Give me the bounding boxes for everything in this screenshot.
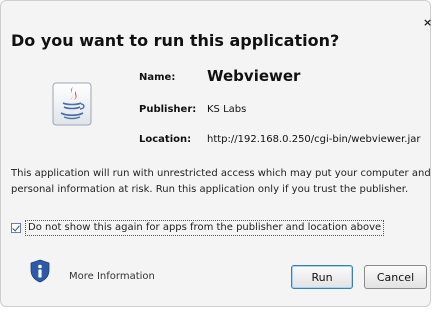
- do-not-show-again-checkbox[interactable]: [11, 223, 21, 233]
- java-security-dialog: × Do you want to run this application? N…: [0, 0, 432, 307]
- run-button-label: Run: [311, 270, 333, 284]
- do-not-show-again-option[interactable]: Do not show this again for apps from the…: [11, 220, 385, 236]
- do-not-show-again-label[interactable]: Do not show this again for apps from the…: [25, 220, 385, 236]
- warning-line: This application will run with unrestric…: [11, 168, 431, 179]
- dialog-title: Do you want to run this application?: [11, 31, 340, 50]
- security-warning-text: This application will run with unrestric…: [11, 166, 431, 198]
- shield-info-icon: [30, 259, 50, 283]
- more-information-link[interactable]: More Information: [69, 271, 155, 282]
- location-value: http://192.168.0.250/cgi-bin/webviewer.j…: [207, 134, 421, 145]
- location-label: Location:: [139, 134, 192, 145]
- java-cup-icon: [52, 82, 92, 126]
- publisher-label: Publisher:: [139, 104, 197, 115]
- cancel-button[interactable]: Cancel: [364, 265, 427, 289]
- warning-line: personal information at risk. Run this a…: [11, 184, 409, 195]
- name-label: Name:: [139, 72, 176, 83]
- close-icon[interactable]: ×: [423, 17, 432, 28]
- application-name: Webviewer: [207, 67, 301, 85]
- run-button[interactable]: Run: [291, 265, 353, 289]
- cancel-button-label: Cancel: [376, 270, 415, 284]
- publisher-value: KS Labs: [207, 104, 247, 115]
